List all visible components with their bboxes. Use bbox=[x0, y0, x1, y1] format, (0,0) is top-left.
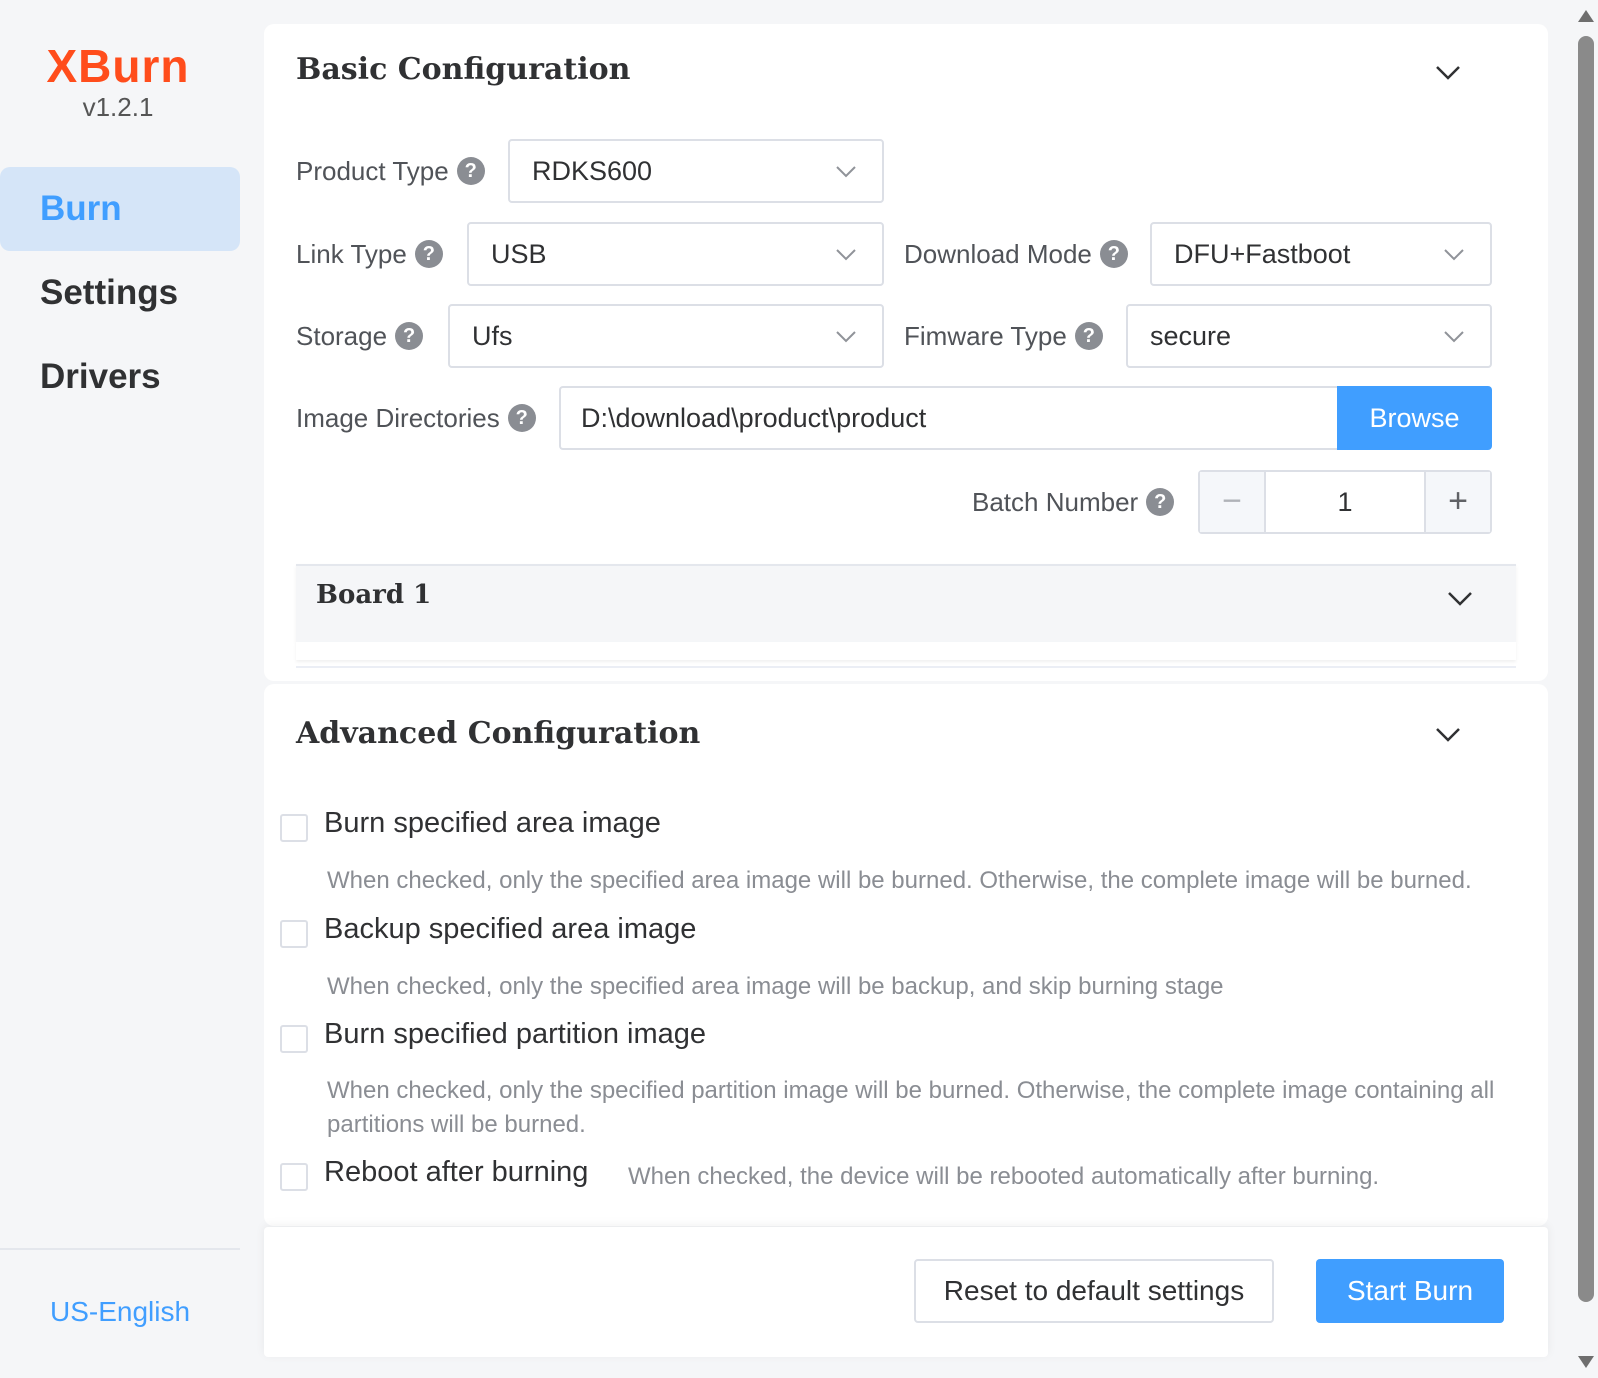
product-type-field: Product Type? bbox=[296, 139, 485, 203]
burn-partition-description: When checked, only the specified partiti… bbox=[327, 1077, 1495, 1138]
xburn-app: XBurn v1.2.1 Burn Settings Drivers US-En… bbox=[0, 0, 1598, 1378]
link-type-field: Link Type? bbox=[296, 222, 443, 286]
sidebar-item-burn[interactable]: Burn bbox=[0, 167, 240, 251]
firmware-type-help-icon[interactable]: ? bbox=[1074, 322, 1103, 351]
sidebar-item-settings[interactable]: Settings bbox=[0, 251, 240, 335]
collapse-advanced-chevron-icon[interactable] bbox=[1434, 720, 1462, 748]
increment-button[interactable]: + bbox=[1424, 472, 1490, 532]
link-type-value: USB bbox=[491, 239, 547, 269]
batch-number-help-icon[interactable]: ? bbox=[1146, 488, 1175, 517]
sidebar-divider bbox=[0, 1248, 240, 1250]
browse-button[interactable]: Browse bbox=[1337, 386, 1492, 450]
app-version: v1.2.1 bbox=[82, 92, 154, 122]
batch-number-field: Batch Number? bbox=[972, 470, 1175, 534]
storage-field: Storage? bbox=[296, 304, 424, 368]
chevron-down-icon bbox=[834, 324, 858, 348]
batch-number-input[interactable]: 1 bbox=[1266, 472, 1424, 532]
scroll-up-arrow-icon[interactable] bbox=[1578, 10, 1594, 22]
firmware-type-value: secure bbox=[1150, 321, 1232, 351]
burn-partition-checkbox[interactable] bbox=[280, 1025, 308, 1053]
board-1-body bbox=[296, 642, 1516, 660]
link-type-select[interactable]: USB bbox=[467, 222, 884, 286]
start-burn-button[interactable]: Start Burn bbox=[1316, 1259, 1504, 1323]
advanced-configuration-panel: Advanced Configuration Burn specified ar… bbox=[264, 684, 1548, 1226]
chevron-down-icon bbox=[1442, 242, 1466, 266]
download-mode-value: DFU+Fastboot bbox=[1174, 239, 1351, 269]
product-type-value: RDKS600 bbox=[532, 156, 653, 186]
language-switch[interactable]: US-English bbox=[0, 1296, 240, 1328]
sidebar-nav: Burn Settings Drivers bbox=[0, 167, 240, 419]
app-name: XBurn bbox=[46, 40, 190, 92]
product-type-help-icon[interactable]: ? bbox=[456, 157, 485, 186]
basic-configuration-title: Basic Configuration bbox=[296, 52, 631, 87]
image-directories-help-icon[interactable]: ? bbox=[507, 404, 536, 433]
backup-area-label[interactable]: Backup specified area image bbox=[324, 913, 696, 946]
board-1-title: Board 1 bbox=[316, 580, 432, 610]
collapse-board-chevron-icon[interactable] bbox=[1446, 584, 1474, 612]
batch-number-label: Batch Number bbox=[972, 487, 1139, 517]
chevron-down-icon bbox=[834, 159, 858, 183]
image-directories-field: Image Directories? bbox=[296, 386, 536, 450]
vertical-scrollbar[interactable] bbox=[1574, 0, 1598, 1378]
action-footer: Reset to default settings Start Burn bbox=[264, 1227, 1548, 1357]
image-directory-input[interactable]: D:\download\product\product bbox=[559, 386, 1337, 450]
image-directories-label: Image Directories bbox=[296, 403, 500, 433]
storage-select[interactable]: Ufs bbox=[448, 304, 884, 368]
storage-help-icon[interactable]: ? bbox=[395, 322, 424, 351]
reboot-description: When checked, the device will be reboote… bbox=[628, 1163, 1380, 1190]
product-type-label: Product Type bbox=[296, 156, 449, 186]
product-type-select[interactable]: RDKS600 bbox=[508, 139, 884, 203]
burn-partition-label[interactable]: Burn specified partition image bbox=[324, 1018, 706, 1051]
firmware-type-label: Fimware Type bbox=[904, 321, 1067, 351]
firmware-type-select[interactable]: secure bbox=[1126, 304, 1492, 368]
burn-area-checkbox[interactable] bbox=[280, 814, 308, 842]
sidebar: XBurn v1.2.1 Burn Settings Drivers US-En… bbox=[0, 0, 240, 1378]
scrollbar-thumb[interactable] bbox=[1578, 36, 1594, 1302]
advanced-configuration-title: Advanced Configuration bbox=[296, 716, 701, 751]
scroll-down-arrow-icon[interactable] bbox=[1578, 1356, 1594, 1368]
burn-area-description: When checked, only the specified area im… bbox=[327, 867, 1472, 894]
firmware-type-field: Fimware Type? bbox=[904, 304, 1103, 368]
reboot-checkbox[interactable] bbox=[280, 1163, 308, 1191]
reboot-label[interactable]: Reboot after burning bbox=[324, 1156, 588, 1189]
image-directory-value: D:\download\product\product bbox=[581, 403, 927, 433]
batch-number-stepper: − 1 + bbox=[1198, 470, 1492, 534]
board-1-section[interactable]: Board 1 bbox=[296, 564, 1516, 642]
burn-area-label[interactable]: Burn specified area image bbox=[324, 807, 661, 840]
download-mode-help-icon[interactable]: ? bbox=[1099, 240, 1128, 269]
storage-value: Ufs bbox=[472, 321, 513, 351]
storage-label: Storage bbox=[296, 321, 388, 351]
download-mode-select[interactable]: DFU+Fastboot bbox=[1150, 222, 1492, 286]
reset-defaults-button[interactable]: Reset to default settings bbox=[914, 1259, 1274, 1323]
collapse-basic-chevron-icon[interactable] bbox=[1434, 58, 1462, 86]
basic-configuration-panel: Basic Configuration Product Type? RDKS60… bbox=[264, 24, 1548, 681]
backup-area-description: When checked, only the specified area im… bbox=[327, 973, 1224, 1000]
link-type-label: Link Type bbox=[296, 239, 407, 269]
download-mode-label: Download Mode bbox=[904, 239, 1092, 269]
chevron-down-icon bbox=[834, 242, 858, 266]
download-mode-field: Download Mode? bbox=[904, 222, 1128, 286]
decrement-button[interactable]: − bbox=[1200, 472, 1266, 532]
divider bbox=[296, 666, 1516, 668]
sidebar-item-drivers[interactable]: Drivers bbox=[0, 335, 240, 419]
backup-area-checkbox[interactable] bbox=[280, 920, 308, 948]
app-logo: XBurn v1.2.1 bbox=[0, 40, 236, 122]
link-type-help-icon[interactable]: ? bbox=[414, 240, 443, 269]
chevron-down-icon bbox=[1442, 324, 1466, 348]
